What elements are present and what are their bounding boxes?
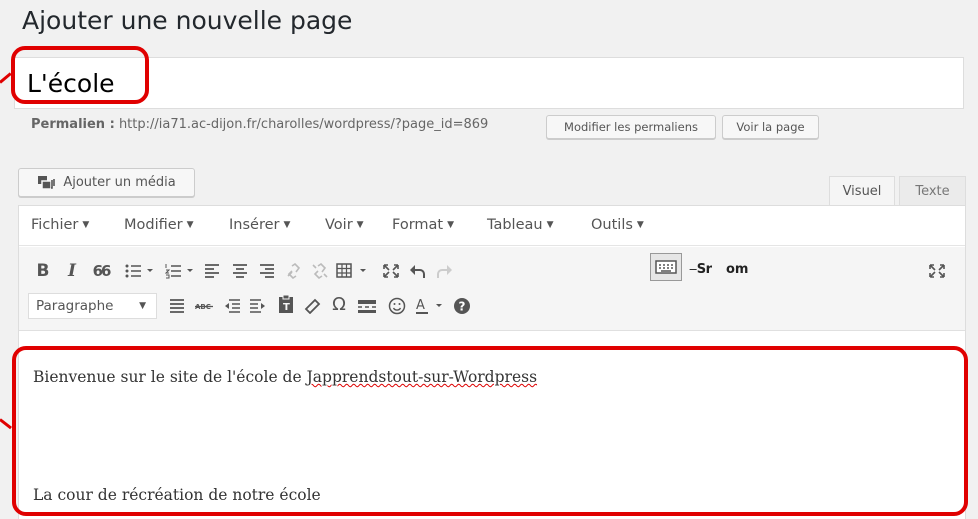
special-button-2[interactable]: om bbox=[726, 262, 748, 277]
dash-glyph: ‒ bbox=[689, 262, 697, 277]
omega-icon: Ω bbox=[332, 293, 346, 315]
menu-tools[interactable]: Outils ▼ bbox=[591, 217, 644, 233]
clipboard-icon: T bbox=[279, 294, 293, 313]
strikethrough-button[interactable]: ABC bbox=[194, 296, 214, 316]
indent-icon bbox=[250, 299, 265, 313]
blockquote-button[interactable]: 66 bbox=[90, 261, 112, 281]
redo-button[interactable] bbox=[434, 261, 454, 281]
menu-edit[interactable]: Modifier ▼ bbox=[124, 217, 194, 233]
read-more-icon bbox=[358, 300, 376, 313]
editor-toolbars bbox=[19, 247, 965, 331]
help-button[interactable]: ? bbox=[452, 296, 472, 316]
link-icon bbox=[287, 263, 301, 279]
special-character-button[interactable]: Ω bbox=[328, 293, 350, 315]
bullet-list-button[interactable] bbox=[124, 261, 156, 281]
outdent-icon bbox=[225, 299, 240, 313]
format-select-value: Paragraphe bbox=[36, 298, 114, 314]
menu-file[interactable]: Fichier ▼ bbox=[31, 217, 89, 233]
text-color-icon: A bbox=[416, 298, 442, 314]
justify-icon bbox=[170, 299, 184, 313]
justify-button[interactable] bbox=[168, 296, 186, 316]
menu-table[interactable]: Tableau ▼ bbox=[487, 217, 554, 233]
eraser-icon bbox=[304, 298, 321, 314]
read-more-button[interactable] bbox=[356, 296, 378, 316]
fullscreen-button[interactable] bbox=[927, 261, 947, 281]
toolbar-toggle-button[interactable] bbox=[650, 253, 682, 281]
title-input[interactable] bbox=[14, 57, 964, 109]
paste-text-button[interactable]: T bbox=[276, 294, 296, 314]
permalink-label: Permalien : bbox=[31, 117, 115, 132]
permalink-row: Permalien : http://ia71.ac-dijon.fr/char… bbox=[31, 117, 488, 132]
menu-insert[interactable]: Insérer ▼ bbox=[229, 217, 290, 233]
format-select[interactable]: Paragraphe ▼ bbox=[28, 293, 157, 319]
redo-icon bbox=[437, 265, 452, 278]
view-page-button[interactable]: Voir la page bbox=[722, 115, 819, 139]
unlink-icon bbox=[312, 263, 328, 279]
title-highlight bbox=[11, 46, 149, 104]
add-media-button[interactable]: Ajouter un média bbox=[18, 168, 195, 197]
table-icon bbox=[336, 263, 366, 278]
align-center-icon bbox=[233, 264, 247, 278]
undo-icon bbox=[410, 265, 425, 278]
special-button-1[interactable]: ‒Sr bbox=[689, 262, 712, 277]
strikethrough-icon: ABC bbox=[195, 303, 213, 311]
menu-view[interactable]: Voir ▼ bbox=[325, 217, 364, 233]
title-callout-line bbox=[0, 72, 12, 84]
svg-text:A: A bbox=[416, 298, 425, 313]
text-color-button[interactable]: A bbox=[415, 296, 447, 316]
distraction-free-button[interactable] bbox=[381, 261, 401, 281]
emoji-button[interactable] bbox=[387, 296, 407, 316]
align-center-button[interactable] bbox=[231, 261, 249, 281]
insert-link-button[interactable] bbox=[284, 261, 304, 281]
permalink-url[interactable]: http://ia71.ac-dijon.fr/charolles/wordpr… bbox=[119, 117, 488, 132]
outdent-button[interactable] bbox=[222, 296, 242, 316]
media-icon bbox=[38, 175, 56, 190]
bullet-list-icon bbox=[125, 264, 153, 278]
align-left-icon bbox=[205, 264, 219, 278]
indent-button[interactable] bbox=[248, 296, 268, 316]
chevron-down-icon: ▼ bbox=[139, 301, 146, 311]
tab-text[interactable]: Texte bbox=[899, 176, 966, 206]
svg-text:?: ? bbox=[459, 300, 466, 314]
add-media-label: Ajouter un média bbox=[63, 175, 176, 190]
unlink-button[interactable] bbox=[310, 261, 330, 281]
align-left-button[interactable] bbox=[203, 261, 221, 281]
quote-icon: 66 bbox=[92, 262, 112, 280]
menu-format[interactable]: Format ▼ bbox=[392, 217, 454, 233]
page-title: Ajouter une nouvelle page bbox=[22, 6, 353, 35]
tab-visual[interactable]: Visuel bbox=[829, 176, 895, 206]
content-highlight bbox=[12, 346, 968, 516]
align-right-button[interactable] bbox=[258, 261, 276, 281]
bold-button[interactable]: B bbox=[34, 261, 52, 281]
numbered-list-button[interactable] bbox=[164, 261, 196, 281]
keyboard-icon bbox=[655, 260, 677, 274]
fullscreen-icon bbox=[929, 264, 945, 278]
undo-button[interactable] bbox=[408, 261, 428, 281]
content-callout-line bbox=[0, 418, 12, 430]
italic-button[interactable]: I bbox=[63, 261, 81, 281]
table-button[interactable] bbox=[335, 261, 371, 281]
align-right-icon bbox=[260, 264, 274, 278]
edit-permalink-button[interactable]: Modifier les permaliens bbox=[546, 115, 716, 139]
svg-text:T: T bbox=[283, 302, 290, 313]
expand-icon bbox=[383, 264, 399, 278]
numbered-list-icon bbox=[165, 264, 193, 279]
smiley-icon bbox=[388, 297, 406, 315]
clear-formatting-button[interactable] bbox=[303, 296, 323, 316]
help-icon: ? bbox=[454, 298, 470, 314]
